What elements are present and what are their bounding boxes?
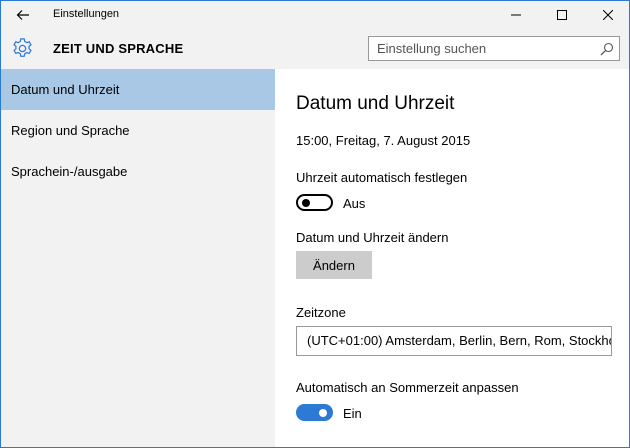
minimize-button[interactable] bbox=[493, 1, 539, 28]
sidebar-item-region-und-sprache[interactable]: Region und Sprache bbox=[1, 110, 275, 151]
timezone-dropdown[interactable]: (UTC+01:00) Amsterdam, Berlin, Bern, Rom… bbox=[296, 326, 612, 356]
maximize-button[interactable] bbox=[539, 1, 585, 28]
main-content: Datum und Uhrzeit 15:00, Freitag, 7. Aug… bbox=[275, 69, 629, 447]
settings-header: ZEIT UND SPRACHE bbox=[1, 28, 629, 69]
toggle-knob bbox=[302, 198, 310, 207]
auto-time-state: Aus bbox=[343, 196, 366, 211]
sidebar-item-sprachein-ausgabe[interactable]: Sprachein-/ausgabe bbox=[1, 151, 275, 192]
auto-time-toggle[interactable] bbox=[296, 194, 333, 211]
gear-icon bbox=[13, 38, 32, 57]
back-arrow-icon bbox=[16, 9, 29, 20]
settings-window: Einstellungen ZEIT UND SPRACHE Einstellu… bbox=[0, 0, 630, 448]
minimize-icon bbox=[511, 14, 521, 15]
current-datetime: 15:00, Freitag, 7. August 2015 bbox=[296, 133, 471, 148]
window-title: Einstellungen bbox=[53, 8, 120, 20]
close-icon bbox=[603, 9, 613, 20]
timezone-label: Zeitzone bbox=[296, 305, 346, 320]
dst-toggle[interactable] bbox=[296, 404, 333, 421]
title-bar: Einstellungen bbox=[1, 1, 629, 28]
sidebar: Datum und Uhrzeit Region und Sprache Spr… bbox=[1, 69, 275, 447]
toggle-knob bbox=[319, 408, 327, 417]
close-button[interactable] bbox=[585, 1, 629, 28]
search-icon[interactable] bbox=[600, 42, 614, 56]
search-box[interactable] bbox=[368, 36, 620, 61]
change-datetime-label: Datum und Uhrzeit ändern bbox=[296, 230, 449, 245]
dst-state: Ein bbox=[343, 406, 362, 421]
sidebar-item-datum-und-uhrzeit[interactable]: Datum und Uhrzeit bbox=[1, 69, 275, 110]
page-title: Datum und Uhrzeit bbox=[296, 93, 455, 114]
auto-time-label: Uhrzeit automatisch festlegen bbox=[296, 170, 468, 185]
maximize-icon bbox=[557, 9, 567, 20]
section-title: ZEIT UND SPRACHE bbox=[53, 41, 184, 56]
back-button[interactable] bbox=[1, 1, 45, 28]
dst-label: Automatisch an Sommerzeit anpassen bbox=[296, 380, 519, 395]
search-input[interactable] bbox=[369, 37, 594, 60]
change-button[interactable]: Ändern bbox=[296, 251, 372, 279]
